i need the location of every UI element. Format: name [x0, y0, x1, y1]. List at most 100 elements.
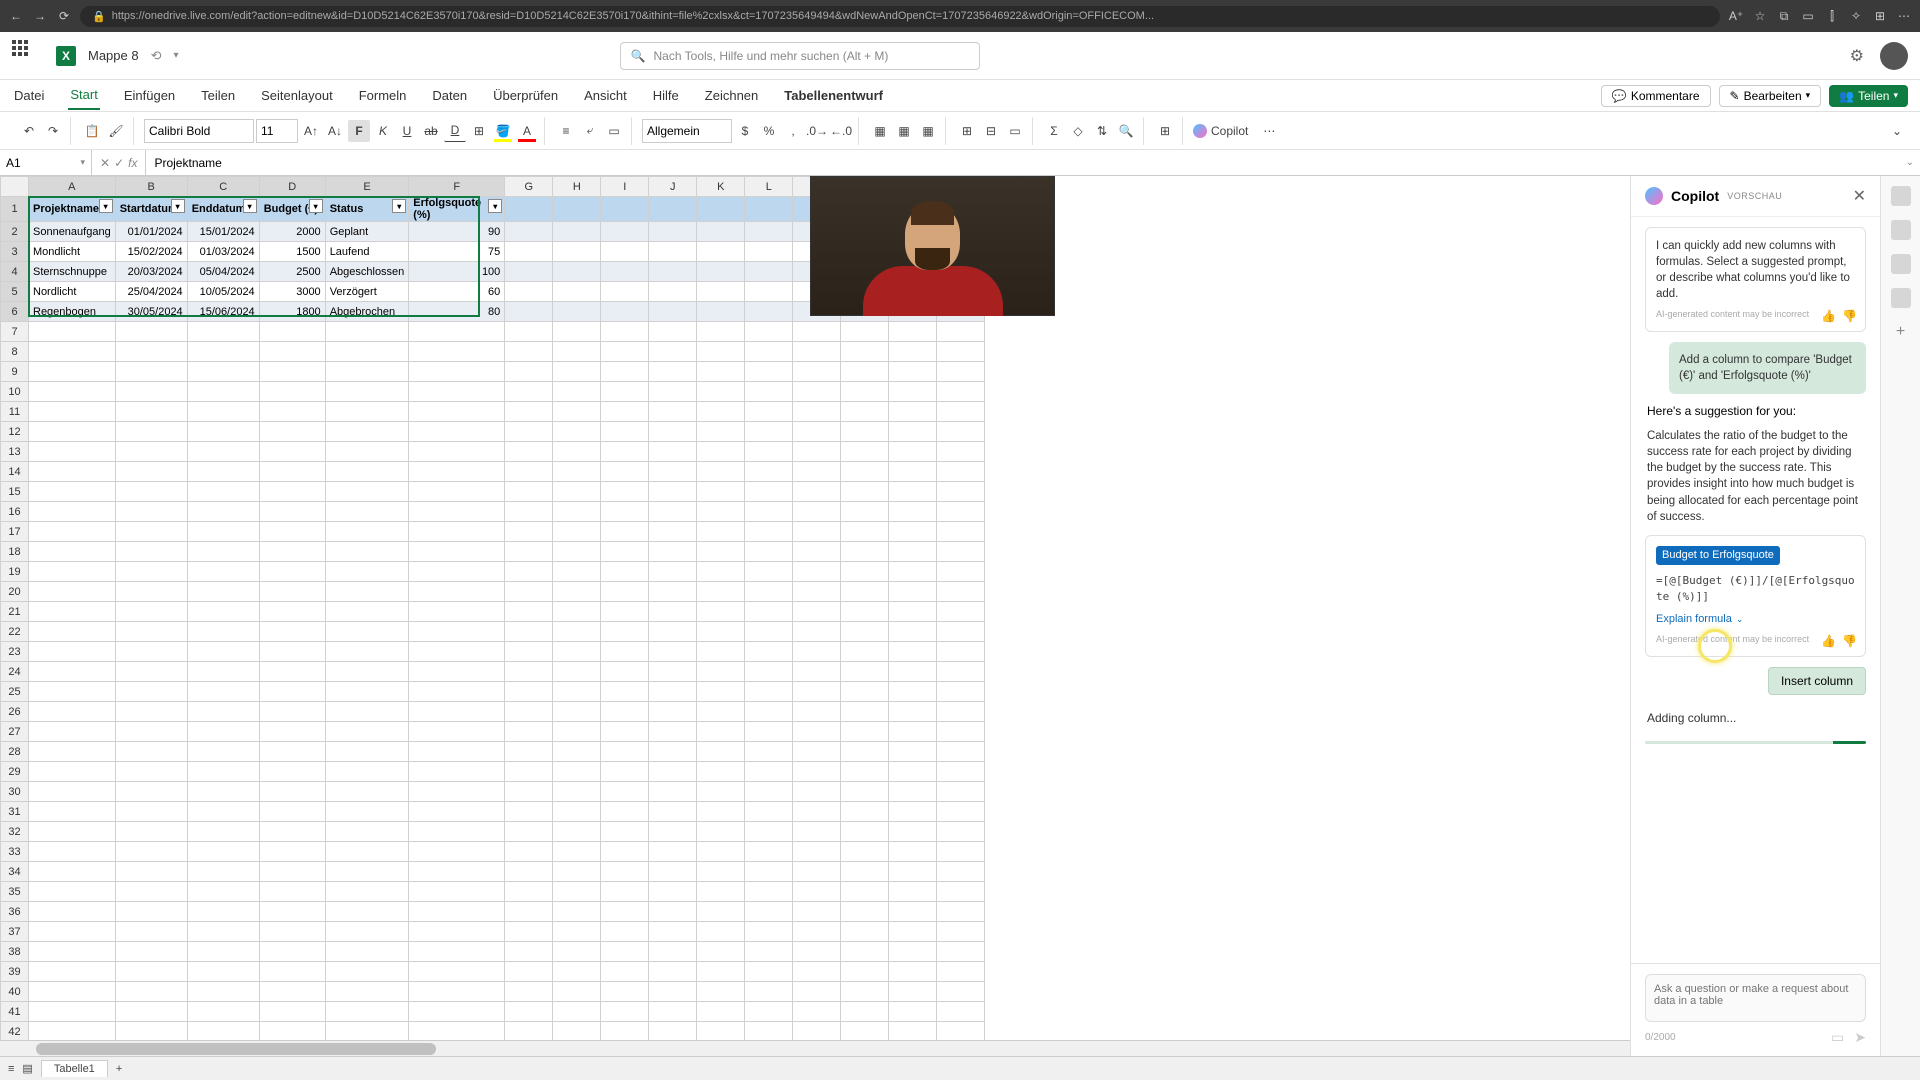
bold-button[interactable]: F: [348, 120, 370, 142]
cell[interactable]: [649, 322, 697, 342]
cell[interactable]: [697, 1022, 745, 1042]
cell[interactable]: [601, 722, 649, 742]
cell[interactable]: [325, 442, 409, 462]
cell[interactable]: 25/04/2024: [115, 282, 187, 302]
horizontal-scrollbar[interactable]: [0, 1040, 1630, 1056]
cell[interactable]: [697, 322, 745, 342]
insert-cells-icon[interactable]: ⊞: [956, 120, 978, 142]
cell[interactable]: [649, 662, 697, 682]
find-icon[interactable]: 🔍: [1115, 120, 1137, 142]
sheet-tab[interactable]: Tabelle1: [41, 1060, 108, 1077]
cell[interactable]: [553, 702, 601, 722]
row-header[interactable]: 25: [1, 682, 29, 702]
cell[interactable]: [505, 522, 553, 542]
cell[interactable]: [115, 942, 187, 962]
cell[interactable]: [649, 1022, 697, 1042]
merge-icon[interactable]: ▭: [603, 120, 625, 142]
cell[interactable]: [889, 1022, 937, 1042]
cell[interactable]: [601, 702, 649, 722]
cell[interactable]: [697, 782, 745, 802]
cell[interactable]: [745, 482, 793, 502]
cell[interactable]: [937, 322, 985, 342]
cell[interactable]: [259, 402, 325, 422]
row-header[interactable]: 10: [1, 382, 29, 402]
cell[interactable]: [115, 542, 187, 562]
rail-icon-2[interactable]: [1891, 220, 1911, 240]
cell[interactable]: [745, 982, 793, 1002]
cell[interactable]: [649, 742, 697, 762]
row-header[interactable]: 30: [1, 782, 29, 802]
cell[interactable]: [601, 962, 649, 982]
tab-teilen[interactable]: Teilen: [199, 82, 237, 109]
cell[interactable]: [29, 582, 116, 602]
underline-button[interactable]: U: [396, 120, 418, 142]
cell[interactable]: [889, 802, 937, 822]
user-avatar[interactable]: [1880, 42, 1908, 70]
cell[interactable]: [841, 962, 889, 982]
cell[interactable]: [553, 442, 601, 462]
cell[interactable]: [553, 902, 601, 922]
cell[interactable]: [29, 542, 116, 562]
column-header[interactable]: D: [259, 177, 325, 197]
cell[interactable]: [841, 342, 889, 362]
row-header[interactable]: 28: [1, 742, 29, 762]
cell[interactable]: [115, 862, 187, 882]
cell[interactable]: [745, 802, 793, 822]
cell[interactable]: [841, 722, 889, 742]
cell[interactable]: [841, 942, 889, 962]
cell[interactable]: [505, 402, 553, 422]
cell[interactable]: [889, 742, 937, 762]
tab-formeln[interactable]: Formeln: [357, 82, 409, 109]
cell[interactable]: [937, 662, 985, 682]
cell[interactable]: [937, 422, 985, 442]
cell[interactable]: [553, 742, 601, 762]
cell[interactable]: [601, 342, 649, 362]
cell[interactable]: [841, 762, 889, 782]
cell[interactable]: [889, 362, 937, 382]
cell[interactable]: [115, 762, 187, 782]
cell[interactable]: [29, 642, 116, 662]
cell[interactable]: [793, 362, 841, 382]
cell[interactable]: [697, 302, 745, 322]
attach-icon[interactable]: ▭: [1831, 1029, 1844, 1046]
cell[interactable]: [649, 282, 697, 302]
cell[interactable]: [889, 682, 937, 702]
cell[interactable]: [841, 1002, 889, 1022]
cell[interactable]: [745, 862, 793, 882]
cell[interactable]: [793, 862, 841, 882]
cell[interactable]: [187, 1002, 259, 1022]
cell[interactable]: [697, 602, 745, 622]
more-icon[interactable]: ⋯: [1258, 120, 1280, 142]
cell[interactable]: 1800: [259, 302, 325, 322]
column-header[interactable]: H: [553, 177, 601, 197]
cell[interactable]: [745, 302, 793, 322]
row-header[interactable]: 42: [1, 1022, 29, 1042]
table-header-cell[interactable]: Enddatum▾: [187, 197, 259, 222]
cell[interactable]: [697, 662, 745, 682]
delete-cells-icon[interactable]: ⊟: [980, 120, 1002, 142]
cell[interactable]: [29, 342, 116, 362]
cell[interactable]: [649, 882, 697, 902]
cell[interactable]: [889, 422, 937, 442]
cell[interactable]: 10/05/2024: [187, 282, 259, 302]
cell[interactable]: [601, 362, 649, 382]
cell[interactable]: [649, 722, 697, 742]
cell[interactable]: [505, 582, 553, 602]
cell[interactable]: [325, 462, 409, 482]
cell[interactable]: [409, 442, 505, 462]
filter-icon[interactable]: ▾: [243, 199, 257, 213]
cell[interactable]: [793, 562, 841, 582]
cell[interactable]: [409, 542, 505, 562]
tab-start[interactable]: Start: [68, 81, 99, 110]
cell[interactable]: [29, 982, 116, 1002]
cell[interactable]: [187, 742, 259, 762]
cell[interactable]: [115, 882, 187, 902]
cell[interactable]: [793, 502, 841, 522]
cell[interactable]: [409, 342, 505, 362]
cell[interactable]: [409, 642, 505, 662]
cell[interactable]: [187, 602, 259, 622]
tab-daten[interactable]: Daten: [430, 82, 469, 109]
explain-formula-button[interactable]: Explain formula⌄: [1656, 612, 1855, 627]
cell[interactable]: [187, 702, 259, 722]
row-header[interactable]: 37: [1, 922, 29, 942]
